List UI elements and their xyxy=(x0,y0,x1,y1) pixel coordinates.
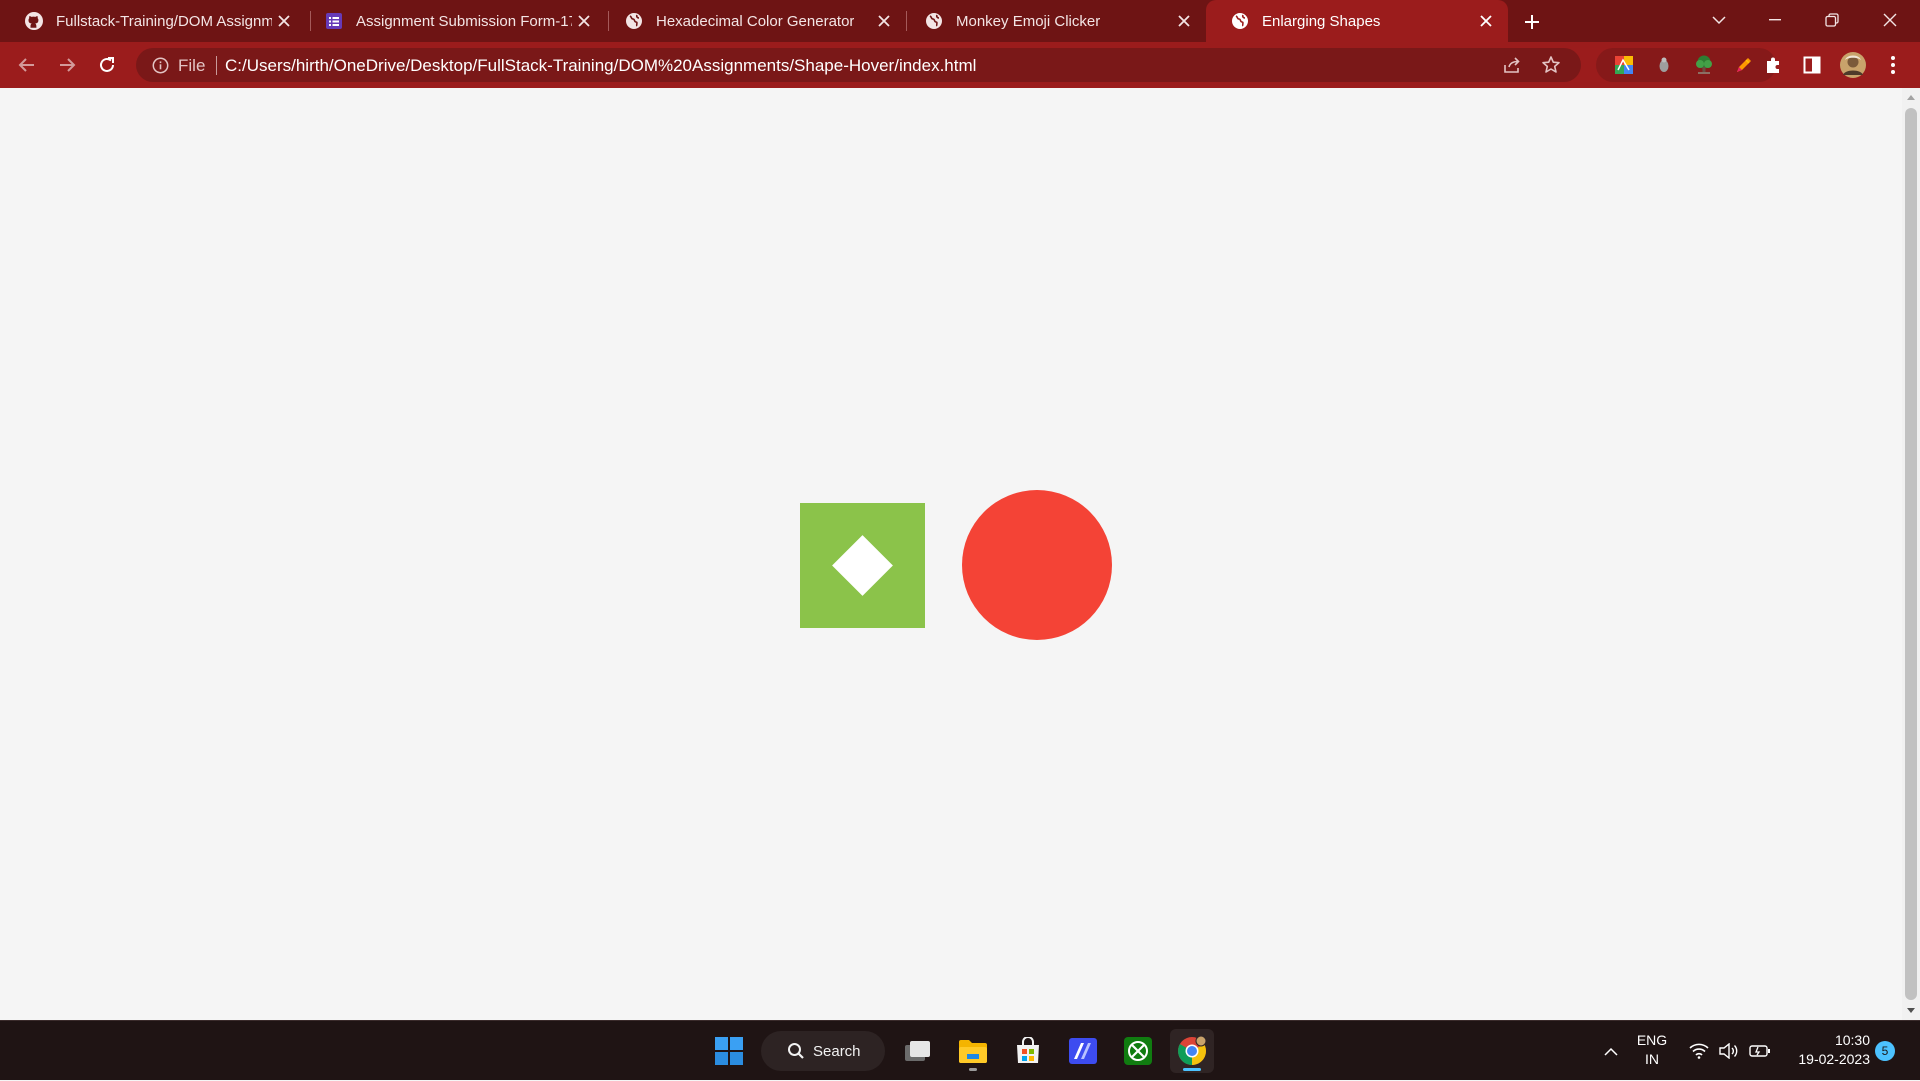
globe-icon xyxy=(924,11,944,31)
clock-date: 19-02-2023 xyxy=(1798,1051,1870,1067)
reload-icon xyxy=(100,57,114,72)
extension-icon-pen[interactable] xyxy=(1733,54,1755,76)
minimize-icon xyxy=(1769,19,1781,21)
notification-badge[interactable]: 5 xyxy=(1875,1041,1895,1061)
extension-icon-gray[interactable] xyxy=(1653,54,1675,76)
github-icon xyxy=(24,11,44,31)
tab-hex-color-generator[interactable]: Hexadecimal Color Generator xyxy=(600,0,906,42)
reload-button[interactable] xyxy=(91,49,123,81)
close-icon[interactable] xyxy=(1174,11,1194,31)
vertical-scrollbar[interactable] xyxy=(1902,88,1920,1020)
tab-title: Assignment Submission Form-17 xyxy=(356,12,572,30)
url-text[interactable]: C:/Users/hirth/OneDrive/Desktop/FullStac… xyxy=(225,56,976,76)
show-hidden-icons-button[interactable] xyxy=(1598,1021,1624,1081)
extension-icon-colorful[interactable] xyxy=(1613,54,1635,76)
arrow-left-icon xyxy=(18,58,34,72)
tab-search-button[interactable] xyxy=(1691,0,1747,40)
language-region: IN xyxy=(1645,1051,1659,1067)
divider xyxy=(216,56,217,75)
app-button[interactable] xyxy=(1061,1029,1105,1073)
arrow-right-icon xyxy=(60,58,76,72)
chrome-icon xyxy=(1178,1035,1207,1065)
microsoft-store-icon xyxy=(1017,1037,1039,1063)
start-button[interactable] xyxy=(707,1029,751,1073)
side-panel-icon xyxy=(1803,56,1821,74)
side-panel-button[interactable] xyxy=(1796,49,1828,81)
xbox-button[interactable] xyxy=(1116,1029,1160,1073)
minimize-button[interactable] xyxy=(1747,0,1803,40)
xbox-icon xyxy=(1124,1037,1152,1065)
chrome-button[interactable] xyxy=(1170,1029,1214,1073)
new-tab-button[interactable] xyxy=(1519,9,1545,35)
task-view-button[interactable] xyxy=(896,1029,940,1073)
tab-enlarging-shapes[interactable]: Enlarging Shapes xyxy=(1206,0,1508,42)
file-explorer-icon xyxy=(959,1040,987,1063)
red-circle-shape[interactable] xyxy=(962,490,1112,640)
system-clock[interactable]: 10:30 19-02-2023 xyxy=(1776,1031,1870,1069)
more-vertical-icon xyxy=(1891,56,1895,74)
chevron-down-icon xyxy=(1712,16,1726,25)
profile-avatar[interactable] xyxy=(1837,49,1869,81)
plus-icon xyxy=(1525,15,1539,29)
close-icon xyxy=(1883,13,1897,27)
volume-icon[interactable] xyxy=(1716,1021,1742,1081)
globe-icon xyxy=(1230,11,1250,31)
close-icon[interactable] xyxy=(874,11,894,31)
windows-start-icon xyxy=(715,1037,743,1065)
share-icon[interactable] xyxy=(1500,53,1524,77)
forms-icon xyxy=(324,11,344,31)
scrollbar-thumb[interactable] xyxy=(1905,108,1917,1000)
search-icon xyxy=(788,1043,804,1059)
tab-strip: Fullstack-Training/DOM Assignm Assignmen… xyxy=(0,0,1920,42)
green-square-shape[interactable] xyxy=(800,503,925,628)
globe-icon xyxy=(624,11,644,31)
scroll-down-icon[interactable] xyxy=(1906,1006,1916,1016)
tab-title: Monkey Emoji Clicker xyxy=(956,12,1101,30)
tab-assignment-form[interactable]: Assignment Submission Form-17 xyxy=(300,0,606,42)
avatar-icon xyxy=(1840,52,1866,78)
close-icon[interactable] xyxy=(274,11,294,31)
search-label: Search xyxy=(813,1042,861,1060)
running-indicator xyxy=(1183,1068,1201,1071)
extension-icon-tree[interactable] xyxy=(1693,54,1715,76)
app-icon xyxy=(1069,1038,1097,1064)
tab-title: Hexadecimal Color Generator xyxy=(656,12,855,30)
chrome-menu-button[interactable] xyxy=(1877,49,1909,81)
language-indicator[interactable]: ENG IN xyxy=(1630,1031,1674,1069)
tab-monkey-emoji-clicker[interactable]: Monkey Emoji Clicker xyxy=(900,0,1206,42)
close-icon[interactable] xyxy=(1476,11,1496,31)
battery-icon[interactable] xyxy=(1746,1021,1774,1081)
chevron-up-icon xyxy=(1604,1047,1618,1056)
page-viewport xyxy=(0,88,1902,1020)
file-explorer-button[interactable] xyxy=(951,1029,995,1073)
restore-icon xyxy=(1825,13,1839,27)
task-view-icon xyxy=(905,1041,930,1061)
tab-title: Enlarging Shapes xyxy=(1262,12,1381,30)
extensions-group xyxy=(1596,48,1776,82)
language-code: ENG xyxy=(1636,1032,1668,1048)
tab-github[interactable]: Fullstack-Training/DOM Assignm xyxy=(0,0,306,42)
white-diamond-shape xyxy=(832,535,893,596)
forward-button[interactable] xyxy=(51,49,83,81)
tab-title: Fullstack-Training/DOM Assignm xyxy=(56,12,272,30)
clock-time: 10:30 xyxy=(1834,1032,1870,1048)
windows-taskbar: Search ENG IN 10:30 19-02-2023 5 xyxy=(0,1020,1920,1080)
url-scheme-label: File xyxy=(178,56,206,75)
back-button[interactable] xyxy=(11,49,43,81)
close-window-button[interactable] xyxy=(1862,0,1918,40)
wifi-icon[interactable] xyxy=(1686,1021,1712,1081)
restore-button[interactable] xyxy=(1804,0,1860,40)
close-icon[interactable] xyxy=(574,11,594,31)
puzzle-icon xyxy=(1767,57,1779,73)
microsoft-store-button[interactable] xyxy=(1006,1029,1050,1073)
info-icon[interactable] xyxy=(150,55,170,75)
running-indicator xyxy=(969,1068,977,1071)
bookmark-star-icon[interactable] xyxy=(1539,53,1563,77)
address-bar[interactable]: File C:/Users/hirth/OneDrive/Desktop/Ful… xyxy=(136,48,1581,82)
browser-toolbar: File C:/Users/hirth/OneDrive/Desktop/Ful… xyxy=(0,42,1920,88)
scroll-up-icon[interactable] xyxy=(1906,92,1916,102)
extensions-button[interactable] xyxy=(1757,49,1789,81)
taskbar-search[interactable]: Search xyxy=(761,1031,885,1071)
